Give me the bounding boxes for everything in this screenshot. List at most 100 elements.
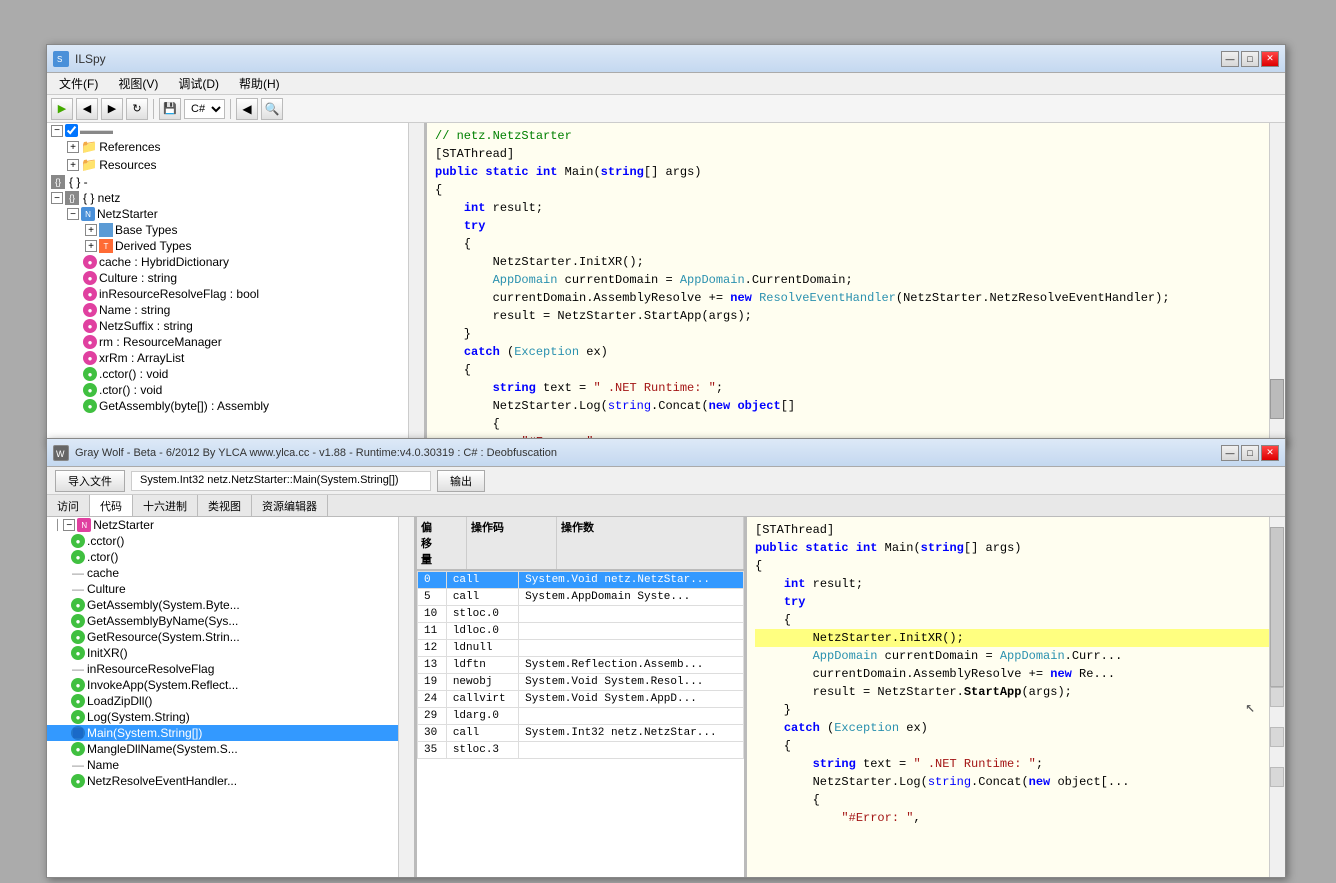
tree-node-rm[interactable]: ● rm : ResourceManager: [47, 334, 424, 350]
bytecode-row-19[interactable]: 19 newobj System.Void System.Resol...: [418, 674, 744, 691]
bottom-node-bottomname[interactable]: — Name: [47, 757, 414, 773]
tree-node-xrrm[interactable]: ● xrRm : ArrayList: [47, 350, 424, 366]
bottom-node-inresource[interactable]: — inResourceResolveFlag: [47, 661, 414, 677]
operand-30: System.Int32 netz.NetzStar...: [519, 725, 744, 742]
gw-maximize-button[interactable]: □: [1241, 445, 1259, 461]
menu-debug[interactable]: 调试(D): [170, 73, 227, 94]
bottom-node-initxr[interactable]: ● InitXR(): [47, 645, 414, 661]
language-selector[interactable]: C# VB IL: [184, 99, 225, 119]
bytecode-scroll[interactable]: 0 call System.Void netz.NetzStar... 5 ca…: [417, 571, 744, 877]
expand-netzstarter[interactable]: −: [67, 208, 79, 220]
code-scrollbar-top[interactable]: [1269, 123, 1285, 443]
bytecode-row-5[interactable]: 5 call System.AppDomain Syste...: [418, 589, 744, 606]
tree-scrollbar[interactable]: [408, 123, 424, 443]
scroll-thumb-mini2[interactable]: [1270, 727, 1284, 747]
menu-file[interactable]: 文件(F): [51, 73, 106, 94]
back-button[interactable]: ◀: [76, 98, 98, 120]
bottom-node-loaddll[interactable]: ● LoadZipDll(): [47, 693, 414, 709]
scroll-thumb-mini3[interactable]: [1270, 767, 1284, 787]
code-content-bottom[interactable]: [STAThread] public static int Main(strin…: [747, 517, 1285, 877]
tree-node-derivedtypes[interactable]: + T Derived Types: [47, 238, 424, 254]
menu-help[interactable]: 帮助(H): [231, 73, 288, 94]
tab-classview[interactable]: 类视图: [198, 495, 252, 516]
root-checkbox[interactable]: [65, 124, 78, 137]
bytecode-row-0[interactable]: 0 call System.Void netz.NetzStar...: [418, 572, 744, 589]
tree-node-references[interactable]: + 📁 References: [47, 138, 424, 156]
bytecode-row-13[interactable]: 13 ldftn System.Reflection.Assemb...: [418, 657, 744, 674]
gw-minimize-button[interactable]: —: [1221, 445, 1239, 461]
forward-button[interactable]: ▶: [101, 98, 123, 120]
bytecode-row-24[interactable]: 24 callvirt System.Void System.AppD...: [418, 691, 744, 708]
bottom-node-log[interactable]: ● Log(System.String): [47, 709, 414, 725]
tree-node-ctor[interactable]: ● .ctor() : void: [47, 382, 424, 398]
bytecode-row-12[interactable]: 12 ldnull: [418, 640, 744, 657]
offset-30: 30: [418, 725, 447, 742]
expand-resources[interactable]: +: [67, 159, 79, 171]
bottom-node-cctor[interactable]: ● .cctor(): [47, 533, 414, 549]
maximize-button[interactable]: □: [1241, 51, 1259, 67]
minimize-button[interactable]: —: [1221, 51, 1239, 67]
bottom-node-culture[interactable]: — Culture: [47, 581, 414, 597]
bytecode-row-35[interactable]: 35 stloc.3: [418, 742, 744, 759]
tree-node-basetypes[interactable]: + Base Types: [47, 222, 424, 238]
bottom-node-cache[interactable]: — cache: [47, 565, 414, 581]
tree-node-curly-netz[interactable]: − {} { } netz: [47, 190, 424, 206]
scroll-thumb[interactable]: [1270, 379, 1284, 419]
export-button[interactable]: 输出: [437, 470, 485, 492]
bottom-node-mangle[interactable]: ● MangleDllName(System.S...: [47, 741, 414, 757]
tree-node-netzsuffix[interactable]: ● NetzSuffix : string: [47, 318, 424, 334]
bottom-getresource-label: GetResource(System.Strin...: [87, 630, 240, 644]
bottom-node-getresource[interactable]: ● GetResource(System.Strin...: [47, 629, 414, 645]
tab-hex[interactable]: 十六进制: [133, 495, 198, 516]
bottom-node-netzresolve[interactable]: ● NetzResolveEventHandler...: [47, 773, 414, 789]
field-icon-netzsuffix: ●: [83, 319, 97, 333]
bottom-tree-scroll[interactable]: │ − N NetzStarter ● .cctor() ● .ctor() —…: [47, 517, 414, 877]
expand-basetypes[interactable]: +: [85, 224, 97, 236]
bottom-node-main[interactable]: Main(System.String[]): [47, 725, 414, 741]
tab-resourceeditor[interactable]: 资源编辑器: [252, 495, 328, 516]
tree-node-cache[interactable]: ● cache : HybridDictionary: [47, 254, 424, 270]
expand-netzstarter-bottom[interactable]: −: [63, 519, 75, 531]
expand-derivedtypes[interactable]: +: [85, 240, 97, 252]
tree-node-resources[interactable]: + 📁 Resources: [47, 156, 424, 174]
expand-netz[interactable]: −: [51, 192, 63, 204]
tree-node-curly1[interactable]: {} { } -: [47, 174, 424, 190]
menu-view[interactable]: 视图(V): [110, 73, 166, 94]
graywolf-title: Gray Wolf - Beta - 6/2012 By YLCA www.yl…: [75, 447, 1215, 459]
tree-scroll[interactable]: − ▬▬▬ + 📁 References + 📁 Resources {} { …: [47, 123, 424, 443]
tree-node-root[interactable]: − ▬▬▬: [47, 123, 424, 138]
bottom-tree-netzstarter[interactable]: │ − N NetzStarter: [47, 517, 414, 533]
code-content-top[interactable]: // netz.NetzStarter [STAThread] public s…: [427, 123, 1285, 443]
tree-node-inresource[interactable]: ● inResourceResolveFlag : bool: [47, 286, 424, 302]
bottom-tree-scrollbar[interactable]: [398, 517, 414, 877]
gw-close-button[interactable]: ✕: [1261, 445, 1279, 461]
tree-node-getassembly[interactable]: ● GetAssembly(byte[]) : Assembly: [47, 398, 424, 414]
bytecode-row-10[interactable]: 10 stloc.0: [418, 606, 744, 623]
open-button[interactable]: ▶: [51, 98, 73, 120]
tree-node-cctor[interactable]: ● .cctor() : void: [47, 366, 424, 382]
search-button[interactable]: 🔍: [261, 98, 283, 120]
expand-references[interactable]: +: [67, 141, 79, 153]
tab-code[interactable]: 代码: [90, 495, 133, 516]
bytecode-row-30[interactable]: 30 call System.Int32 netz.NetzStar...: [418, 725, 744, 742]
tree-node-name[interactable]: ● Name : string: [47, 302, 424, 318]
bottom-node-ctor[interactable]: ● .ctor(): [47, 549, 414, 565]
bytecode-row-29[interactable]: 29 ldarg.0: [418, 708, 744, 725]
import-button[interactable]: 导入文件: [55, 470, 125, 492]
bottom-node-getassembly[interactable]: ● GetAssembly(System.Byte...: [47, 597, 414, 613]
tree-node-culture[interactable]: ● Culture : string: [47, 270, 424, 286]
scroll-thumb-bottom[interactable]: [1270, 527, 1284, 687]
code-panel-bottom: [STAThread] public static int Main(strin…: [747, 517, 1285, 877]
save-button[interactable]: 💾: [159, 98, 181, 120]
close-button[interactable]: ✕: [1261, 51, 1279, 67]
bottom-node-invokeapp[interactable]: ● InvokeApp(System.Reflect...: [47, 677, 414, 693]
scroll-thumb-mini[interactable]: [1270, 687, 1284, 707]
refresh-button[interactable]: ↻: [126, 98, 148, 120]
nav-back[interactable]: ◀: [236, 98, 258, 120]
bytecode-row-11[interactable]: 11 ldloc.0: [418, 623, 744, 640]
bottom-node-getassemblybyname[interactable]: ● GetAssemblyByName(Sys...: [47, 613, 414, 629]
tree-node-netzstarter[interactable]: − N NetzStarter: [47, 206, 424, 222]
tab-access[interactable]: 访问: [47, 495, 90, 516]
code-scrollbar-bottom[interactable]: [1269, 517, 1285, 877]
expand-root[interactable]: −: [51, 125, 63, 137]
